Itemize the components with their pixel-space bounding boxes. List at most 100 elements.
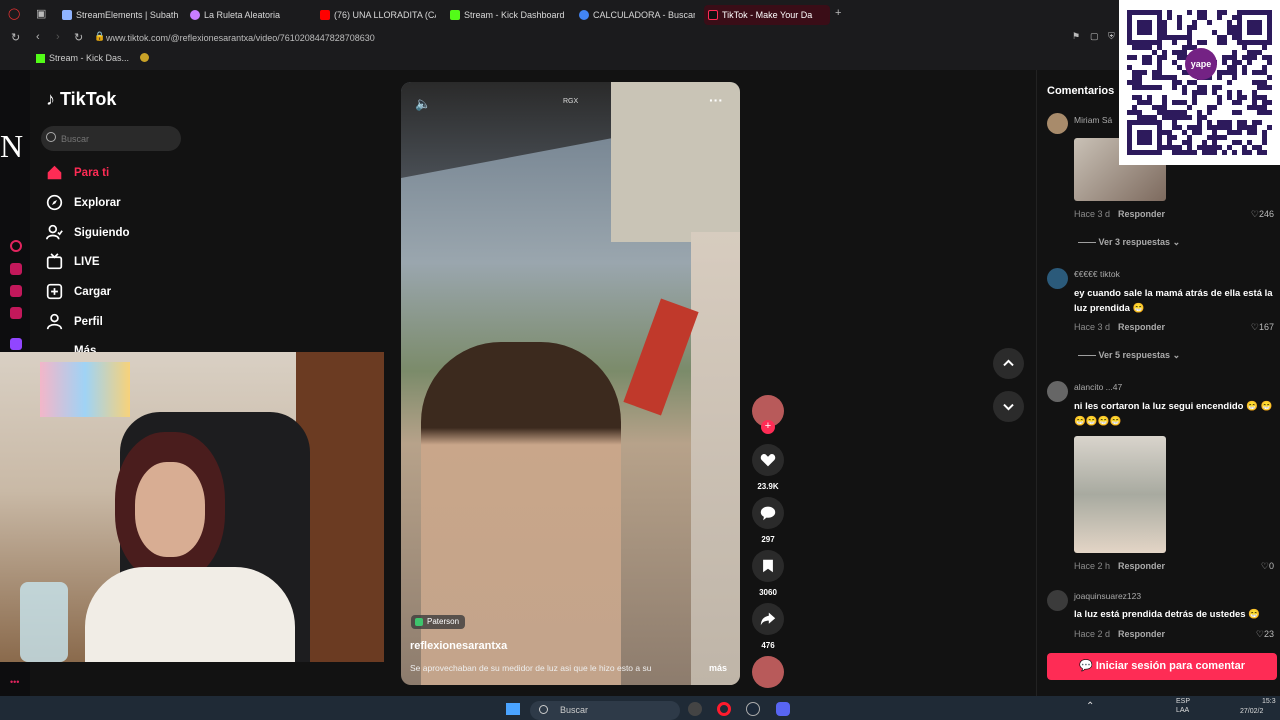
nav-explorar[interactable]: Explorar xyxy=(46,192,196,214)
reply-button[interactable]: Responder xyxy=(1118,322,1165,332)
qr-module xyxy=(1257,20,1262,25)
qr-module xyxy=(1262,65,1267,70)
aria-icon[interactable] xyxy=(10,240,22,252)
new-tab-icon[interactable]: + xyxy=(835,7,841,19)
view-replies[interactable]: —— Ver 3 respuestas ⌄ xyxy=(1078,237,1180,248)
qr-module xyxy=(1182,90,1187,95)
url-field[interactable]: www.tiktok.com/@reflexionesarantxa/video… xyxy=(106,31,746,45)
forward-icon[interactable]: › xyxy=(56,31,60,43)
bookmark-kick[interactable]: Stream - Kick Das... xyxy=(49,53,129,63)
qr-module xyxy=(1187,45,1192,50)
heart-outline-icon: ♡ xyxy=(1260,561,1269,571)
tab-tiktok[interactable]: TikTok - Make Your Da xyxy=(704,5,830,25)
shield-icon[interactable]: ⛨ xyxy=(1108,31,1115,42)
next-video-button[interactable] xyxy=(993,391,1024,422)
tray-date[interactable]: 27/02/2 xyxy=(1240,708,1263,715)
login-to-comment-button[interactable]: 💬 Iniciar sesión para comentar xyxy=(1047,653,1277,680)
tiktok-logo[interactable]: ♪ TikTok xyxy=(46,89,116,110)
comment-like[interactable]: ♡0 xyxy=(1230,561,1274,572)
qr-module xyxy=(1172,110,1177,115)
reply-button[interactable]: Responder xyxy=(1118,561,1165,571)
video-player[interactable]: 🔈 RGX ··· xyxy=(401,82,740,685)
comment-image[interactable] xyxy=(1074,436,1166,553)
video-wall xyxy=(691,232,740,685)
chevron-down-icon: ⌄ xyxy=(1170,237,1181,247)
tab-kick[interactable]: Stream - Kick Dashboard xyxy=(446,5,570,25)
opera-taskbar-icon[interactable] xyxy=(717,702,731,716)
like-button[interactable] xyxy=(752,444,784,476)
reply-button[interactable]: Responder xyxy=(1118,209,1165,219)
tray-language-layout[interactable]: LAA xyxy=(1176,707,1189,714)
more-icon[interactable]: ••• xyxy=(10,677,19,687)
search-box[interactable] xyxy=(41,126,181,151)
snapshot-icon[interactable]: ▢ xyxy=(1090,31,1099,42)
app-icon[interactable] xyxy=(688,702,702,716)
comment-avatar[interactable] xyxy=(1047,590,1068,611)
nav-cargar[interactable]: Cargar xyxy=(46,281,196,303)
video-more-icon[interactable]: ··· xyxy=(709,92,723,108)
comment-author[interactable]: €€€€€ tiktok xyxy=(1074,269,1120,279)
messenger-icon[interactable] xyxy=(10,263,22,275)
tray-time[interactable]: 15:3 xyxy=(1262,698,1276,705)
comment-button[interactable] xyxy=(752,497,784,529)
comment-avatar[interactable] xyxy=(1047,381,1068,402)
qr-module xyxy=(1197,120,1202,125)
comment-avatar[interactable] xyxy=(1047,113,1068,134)
taskbar-search[interactable]: Buscar xyxy=(530,701,680,720)
qr-module xyxy=(1192,130,1197,135)
steam-icon[interactable] xyxy=(746,702,760,716)
nav-para-ti[interactable]: Para ti xyxy=(46,162,196,184)
comment-like[interactable]: ♡167 xyxy=(1230,322,1274,333)
nav-live[interactable]: LIVE xyxy=(46,251,196,273)
comment-author[interactable]: Miriam Sá xyxy=(1074,115,1112,125)
windows-start-icon[interactable] xyxy=(506,703,520,715)
qr-module xyxy=(1222,125,1227,130)
volume-icon[interactable]: 🔈 xyxy=(415,96,431,112)
tab-youtube[interactable]: (76) UNA LLORADITA (CA xyxy=(316,5,436,25)
comment-like[interactable]: ♡23 xyxy=(1230,629,1274,640)
qr-module xyxy=(1137,30,1142,35)
caption-more-link[interactable]: más xyxy=(709,663,727,673)
workspaces-icon[interactable]: ▣ xyxy=(36,7,46,20)
nav-siguiendo[interactable]: Siguiendo xyxy=(46,222,196,244)
back-icon[interactable]: ‹ xyxy=(36,31,40,43)
profile-icon xyxy=(46,313,63,330)
comment-author[interactable]: joaquinsuarez123 xyxy=(1074,591,1141,601)
search-input[interactable] xyxy=(61,126,171,151)
qr-module xyxy=(1132,110,1137,115)
sound-disc[interactable] xyxy=(752,656,784,688)
qr-module xyxy=(1152,115,1157,120)
comment-like[interactable]: ♡246 xyxy=(1230,209,1274,220)
comment-author[interactable]: alancito ...47 xyxy=(1074,382,1122,392)
tray-chevron-icon[interactable]: ⌃ xyxy=(1086,701,1094,712)
refresh-icon[interactable]: ↻ xyxy=(74,31,83,44)
save-button[interactable] xyxy=(752,550,784,582)
twitch-icon[interactable] xyxy=(10,338,22,350)
follow-plus-icon[interactable]: + xyxy=(761,420,775,434)
tab-google[interactable]: CALCULADORA - Buscar c xyxy=(575,5,695,25)
share-button[interactable] xyxy=(752,603,784,635)
instagram-icon[interactable] xyxy=(10,307,22,319)
whatsapp-icon[interactable] xyxy=(10,285,22,297)
nav-perfil[interactable]: Perfil xyxy=(46,311,196,333)
opera-logo-icon[interactable]: ◯ xyxy=(8,7,20,20)
qr-module xyxy=(1237,30,1242,35)
tray-language[interactable]: ESP xyxy=(1176,698,1190,705)
qr-module xyxy=(1127,140,1132,145)
qr-module xyxy=(1137,120,1142,125)
reload-icon[interactable]: ↻ xyxy=(11,31,20,44)
tab-ruleta[interactable]: La Ruleta Aleatoria xyxy=(186,5,306,25)
comment-avatar[interactable] xyxy=(1047,268,1068,289)
video-username[interactable]: reflexionesarantxa xyxy=(410,640,507,652)
bookmark-icon[interactable] xyxy=(140,53,149,62)
discord-icon[interactable] xyxy=(776,702,790,716)
view-replies[interactable]: —— Ver 5 respuestas ⌄ xyxy=(1078,350,1180,361)
prev-video-button[interactable] xyxy=(993,348,1024,379)
qr-module xyxy=(1162,105,1167,110)
reply-button[interactable]: Responder xyxy=(1118,629,1165,639)
qr-module xyxy=(1152,40,1157,45)
location-tag[interactable]: Paterson xyxy=(411,615,466,629)
pin-icon[interactable]: ⚑ xyxy=(1072,31,1080,42)
qr-module xyxy=(1147,55,1152,60)
tab-streamelements[interactable]: StreamElements | Subatho xyxy=(58,5,178,25)
